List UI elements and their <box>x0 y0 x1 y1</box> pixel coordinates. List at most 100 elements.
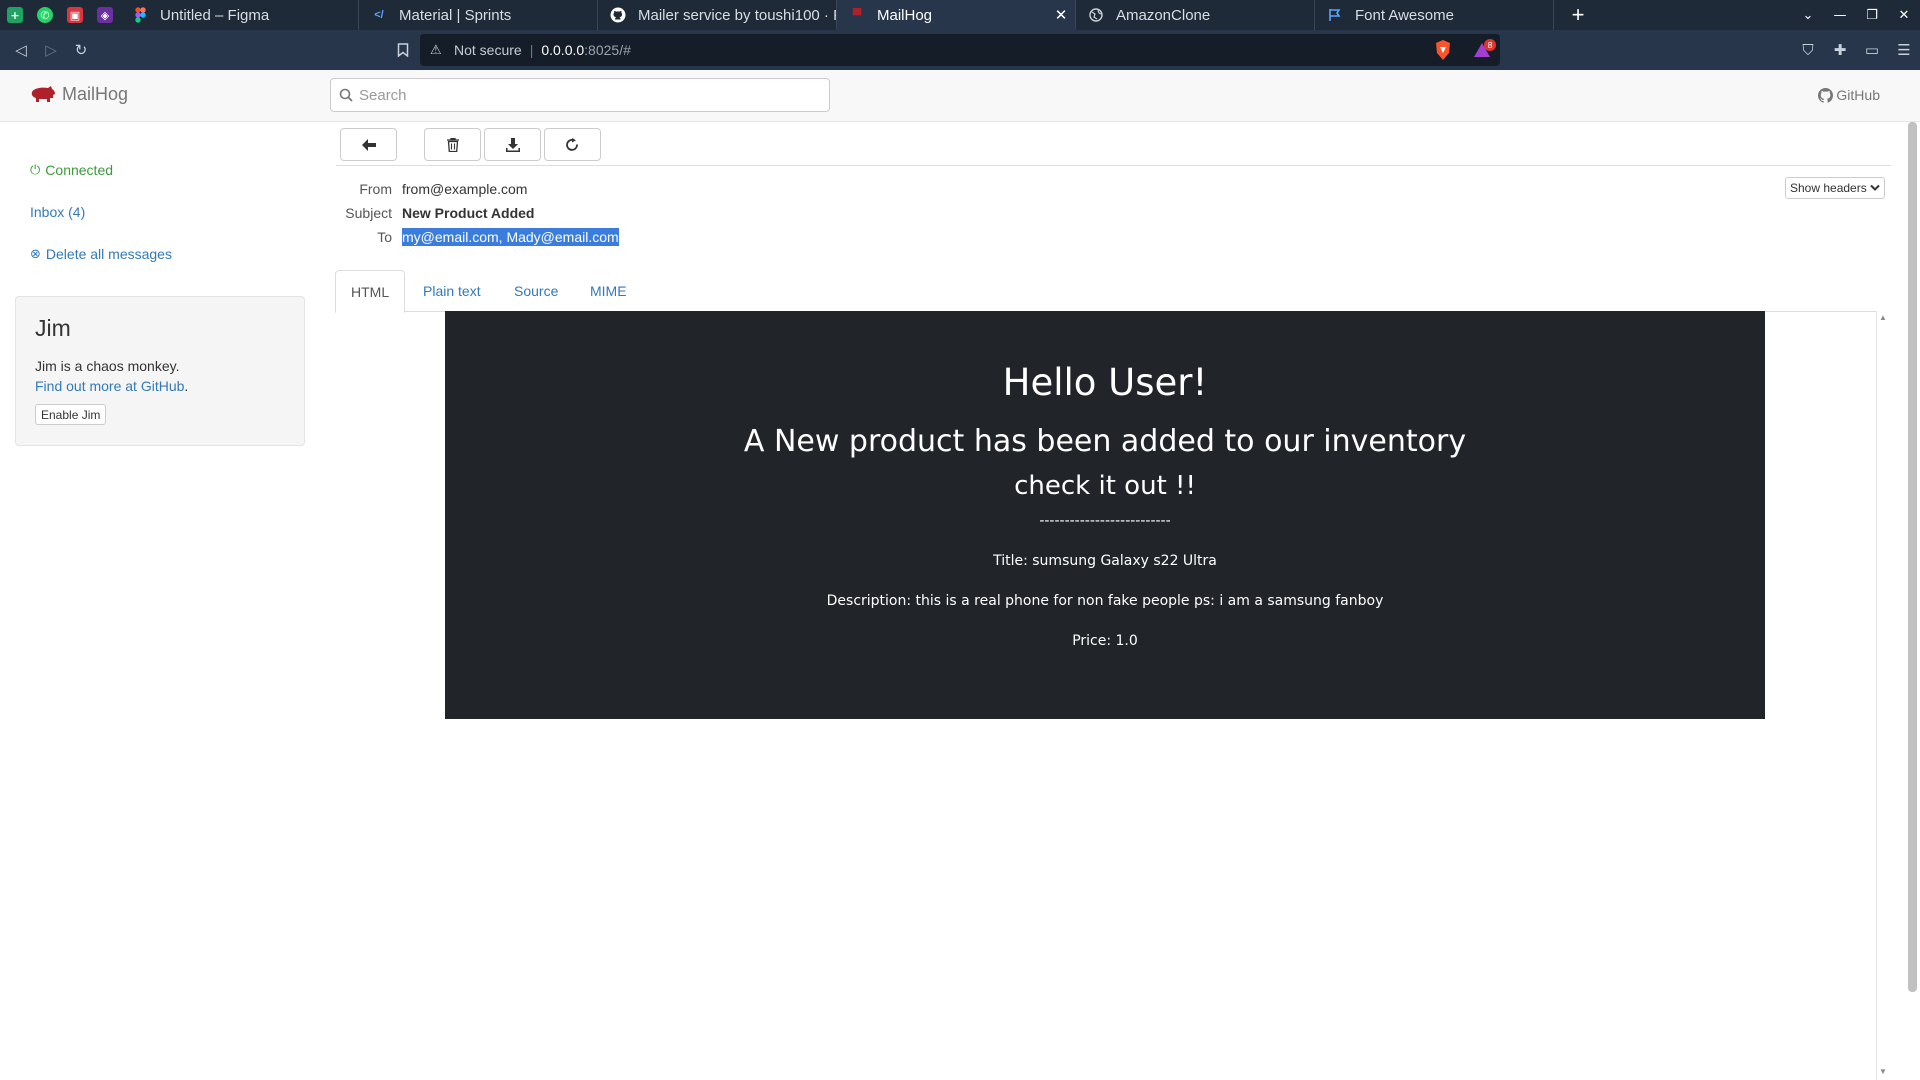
brave-rewards-icon[interactable]: 8 <box>1472 39 1496 64</box>
search-box[interactable] <box>330 78 830 112</box>
wallet-icon[interactable]: ▭ <box>1856 35 1888 65</box>
warning-icon: ⚠ <box>430 42 442 58</box>
release-button[interactable] <box>544 128 601 161</box>
pinned-tab-other[interactable]: ◈ <box>90 0 120 30</box>
mailhog-header: MailHog GitHub <box>0 70 1920 122</box>
inbox-label: Inbox (4) <box>30 204 86 220</box>
pinned-tab-whatsapp[interactable]: ✆ <box>30 0 60 30</box>
tab-github-mailer[interactable]: Mailer service by toushi100 · Pu <box>598 0 837 30</box>
enable-jim-button[interactable]: Enable Jim <box>35 404 107 425</box>
github-icon <box>1818 87 1834 103</box>
jim-link-line: Find out more at GitHub. <box>35 378 188 394</box>
message-tabs: HTML Plain text Source MIME <box>335 270 1891 313</box>
back-button[interactable] <box>340 128 397 161</box>
jim-link-suffix: . <box>184 378 189 394</box>
scroll-down-icon[interactable]: ▼ <box>1879 1067 1887 1076</box>
email-divider: -------------------------- <box>1039 513 1171 529</box>
to-selected-text: my@email.com, Mady@email.com <box>402 228 619 246</box>
mailhog-logo[interactable]: MailHog <box>30 84 128 105</box>
tab-title: MailHog <box>877 6 933 24</box>
brave-shields-icon[interactable] <box>1434 39 1452 61</box>
inbox-link[interactable]: Inbox (4) <box>30 204 85 220</box>
tab-mime[interactable]: MIME <box>575 270 642 312</box>
sprints-icon: </ <box>374 9 384 21</box>
tab-amazonclone[interactable]: AmazonClone <box>1076 0 1315 30</box>
tab-font-awesome[interactable]: Font Awesome <box>1315 0 1554 30</box>
from-value: from@example.com <box>402 181 528 197</box>
tab-mailhog[interactable]: ▀ MailHog ✕ <box>837 0 1076 30</box>
github-label: GitHub <box>1836 87 1880 103</box>
tab-title: Untitled – Figma <box>160 6 270 24</box>
tab-html[interactable]: HTML <box>335 270 406 313</box>
flag-icon <box>1327 7 1343 23</box>
security-label: Not secure <box>454 42 522 58</box>
search-input[interactable] <box>359 86 799 104</box>
tab-figma[interactable]: Untitled – Figma <box>120 0 359 30</box>
rewards-badge: 8 <box>1487 41 1492 50</box>
subject-value: New Product Added <box>402 205 535 221</box>
page-scrollbar-thumb[interactable] <box>1908 122 1917 992</box>
jim-panel: Jim Jim is a chaos monkey. Find out more… <box>15 296 305 446</box>
reload-icon[interactable]: ↻ <box>66 35 96 65</box>
tab-title: AmazonClone <box>1116 6 1211 24</box>
app-icon: ▣ <box>67 7 83 23</box>
from-label: From <box>359 181 392 197</box>
subject-label: Subject <box>345 205 392 221</box>
sheets-icon: + <box>7 7 23 23</box>
email-preview: Hello User! A New product has been added… <box>445 311 1765 719</box>
arrow-left-icon <box>361 138 376 151</box>
browser-tab-bar: + ✆ ▣ ◈ Untitled – Figma </ Material | S… <box>0 0 1920 30</box>
toolbar-divider <box>336 165 1891 166</box>
scroll-up-icon[interactable]: ▲ <box>1879 313 1887 322</box>
bookmark-icon[interactable] <box>388 35 418 65</box>
show-headers-button[interactable]: Show headers <box>1785 177 1885 199</box>
jim-github-link[interactable]: Find out more at GitHub <box>35 378 184 394</box>
to-value: my@email.com, Mady@email.com <box>402 228 619 246</box>
github-icon <box>610 7 626 23</box>
app-name: MailHog <box>62 84 129 104</box>
preview-scrollbar[interactable] <box>1876 311 1891 1080</box>
minimize-icon[interactable]: — <box>1824 8 1856 23</box>
back-icon[interactable]: ◁ <box>6 35 36 65</box>
pinned-tab-sheets[interactable]: + <box>0 0 30 30</box>
extensions-icon[interactable]: ✚ <box>1824 35 1856 65</box>
whatsapp-icon: ✆ <box>37 7 53 23</box>
restore-icon[interactable]: ❐ <box>1856 8 1888 23</box>
forward-icon[interactable]: ▷ <box>36 35 66 65</box>
delete-all-label: Delete all messages <box>45 246 172 262</box>
menu-icon[interactable]: ☰ <box>1888 35 1920 65</box>
address-bar[interactable]: ⚠ Not secure | 0.0.0.0 :8025/# <box>420 34 1500 66</box>
email-title: Title: sumsung Galaxy s22 Ultra <box>993 553 1217 569</box>
share-arrow-icon <box>565 137 578 151</box>
window-controls: ⌄ — ❐ ✕ <box>1792 0 1920 30</box>
hog-icon <box>31 85 55 102</box>
download-button[interactable] <box>484 128 541 161</box>
tab-plain-text[interactable]: Plain text <box>408 270 496 312</box>
tab-title: Mailer service by toushi100 · Pu <box>638 6 836 24</box>
url-path: :8025/# <box>584 42 631 58</box>
close-tab-icon[interactable]: ✕ <box>1053 6 1069 24</box>
tab-source[interactable]: Source <box>499 270 573 312</box>
delete-all-link[interactable]: ⊗ Delete all messages <box>30 246 172 262</box>
github-link[interactable]: GitHub <box>1818 87 1880 103</box>
tab-sprints[interactable]: </ Material | Sprints <box>359 0 598 30</box>
figma-icon <box>132 7 148 23</box>
chevron-down-icon <box>1870 184 1880 191</box>
trash-icon <box>446 137 459 152</box>
show-headers-label: Show headers <box>1790 181 1867 195</box>
circle-x-icon: ⊗ <box>30 246 41 262</box>
search-icon <box>339 88 353 102</box>
close-window-icon[interactable]: ✕ <box>1888 8 1920 23</box>
jim-title: Jim <box>35 315 71 341</box>
delete-button[interactable] <box>424 128 481 161</box>
status-label: Connected <box>45 162 114 178</box>
tab-list-icon[interactable]: ⌄ <box>1792 8 1824 23</box>
url-host: 0.0.0.0 <box>541 42 585 58</box>
globe-icon <box>1088 7 1104 23</box>
jim-description: Jim is a chaos monkey. <box>35 358 180 374</box>
new-tab-button[interactable]: + <box>1558 0 1598 30</box>
pinned-tab-trello[interactable]: ▣ <box>60 0 90 30</box>
vpn-shield-icon[interactable]: ⛉ <box>1792 35 1824 65</box>
power-icon: ⏻ <box>30 162 41 178</box>
to-label: To <box>377 229 392 245</box>
